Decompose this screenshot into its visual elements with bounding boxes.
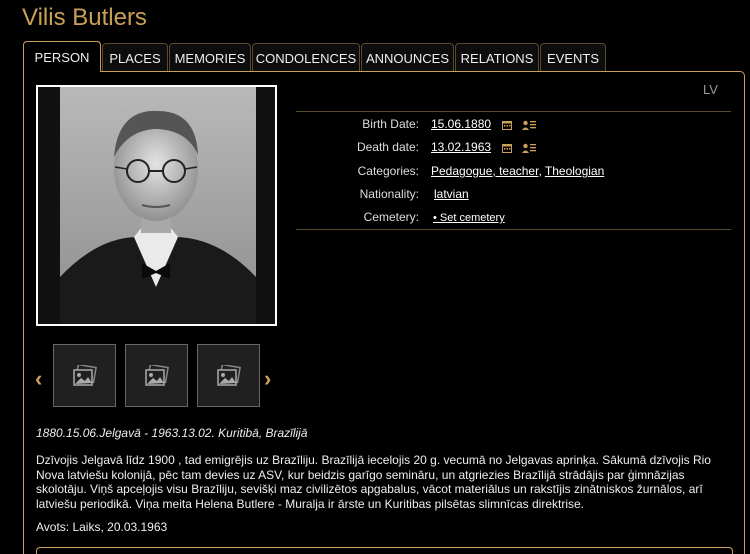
portrait-photo[interactable] [36,85,277,326]
cemetery-label: Cemetery: [363,210,419,224]
category-link[interactable]: Theologian [545,164,604,178]
birth-date-row: 15.06.1880 [431,117,536,131]
gallery-thumb[interactable] [125,344,188,407]
chevron-right-icon[interactable]: › [264,366,271,392]
page-title: Vilis Butlers [22,4,147,31]
biography-text: Dzīvojis Jelgavā līdz 1900 , tad emigrēj… [36,453,711,511]
nationality-label: Nationality: [359,187,419,201]
cemetery-row: • Set cemetery [433,210,505,224]
nationality-row: latvian [434,187,469,201]
tab-relations[interactable]: RELATIONS [455,43,539,72]
image-gallery-icon [216,364,241,386]
tab-events[interactable]: EVENTS [540,43,606,72]
death-date-row: 13.02.1963 [431,140,536,154]
gallery-thumb[interactable] [197,344,260,407]
language-switch[interactable]: LV [703,82,718,97]
set-cemetery-link[interactable]: • Set cemetery [433,212,505,224]
tab-memories[interactable]: MEMORIES [169,43,251,72]
divider [296,111,731,112]
categories-label: Categories: [357,164,419,178]
content-box [36,547,733,554]
image-gallery-icon [144,364,169,386]
death-date-label: Death date: [356,140,419,154]
category-link[interactable]: Pedagogue, teacher [431,164,538,178]
categories-row: Pedagogue, teacher, Theologian [431,164,604,178]
life-caption: 1880.15.06.Jelgavā - 1963.13.02. Kuritib… [36,426,308,440]
person-list-icon[interactable] [521,143,536,153]
tab-places[interactable]: PLACES [102,43,168,72]
calendar-icon[interactable] [502,143,513,153]
divider [296,229,731,230]
person-list-icon[interactable] [521,120,536,130]
tab-person[interactable]: PERSON [23,41,101,72]
birth-date-link[interactable]: 15.06.1880 [431,117,491,131]
calendar-icon[interactable] [502,120,513,130]
gallery-thumb[interactable] [53,344,116,407]
death-date-link[interactable]: 13.02.1963 [431,140,491,154]
image-gallery-icon [72,364,97,386]
birth-date-label: Birth Date: [362,117,419,131]
tab-announces[interactable]: ANNOUNCES [361,43,454,72]
tab-condolences[interactable]: CONDOLENCES [252,43,360,72]
chevron-left-icon[interactable]: ‹ [35,366,42,392]
tab-bar: PERSON PLACES MEMORIES CONDOLENCES ANNOU… [23,41,607,72]
nationality-link[interactable]: latvian [434,187,469,201]
source-text: Avots: Laiks, 20.03.1963 [36,520,168,534]
